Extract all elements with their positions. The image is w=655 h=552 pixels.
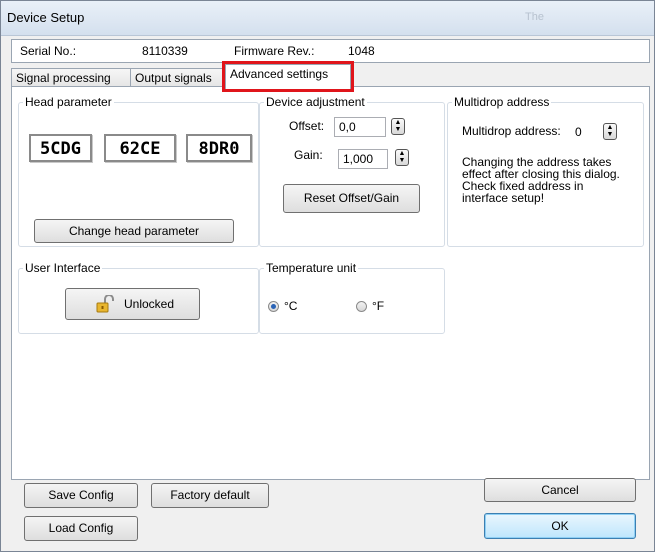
factory-default-button[interactable]: Factory default: [151, 483, 269, 508]
head-code-3: 8DR0: [186, 134, 252, 162]
load-config-button[interactable]: Load Config: [24, 516, 138, 541]
device-setup-window: Device Setup The Serial No.: 8110339 Fir…: [0, 0, 655, 552]
offset-input[interactable]: 0,0: [334, 117, 386, 137]
device-info-bar: Serial No.: 8110339 Firmware Rev.: 1048: [11, 39, 650, 63]
fahrenheit-label[interactable]: °F: [372, 299, 384, 313]
multidrop-note: Changing the address takes effect after …: [462, 156, 620, 204]
tab-advanced-settings[interactable]: Advanced settings: [222, 61, 354, 92]
celsius-label[interactable]: °C: [284, 299, 297, 313]
unlocked-button[interactable]: Unlocked: [65, 288, 200, 320]
multidrop-group: Multidrop address Multidrop address: 0 C…: [447, 95, 644, 247]
offset-label: Offset:: [289, 119, 325, 133]
serial-label: Serial No.:: [20, 44, 77, 58]
offset-spinner-icon[interactable]: [391, 118, 405, 135]
multidrop-legend: Multidrop address: [452, 95, 552, 109]
cancel-button[interactable]: Cancel: [484, 478, 636, 502]
serial-value: 8110339: [142, 44, 188, 58]
reset-offset-gain-button[interactable]: Reset Offset/Gain: [283, 184, 420, 213]
multidrop-spinner-icon[interactable]: [603, 123, 617, 140]
head-code-2: 62CE: [104, 134, 176, 162]
multidrop-input[interactable]: 0: [571, 123, 593, 143]
user-interface-group: User Interface Unlocked: [18, 261, 259, 334]
window-title: Device Setup: [7, 10, 85, 25]
gain-label: Gain:: [294, 148, 323, 162]
device-adjustment-legend: Device adjustment: [264, 95, 367, 109]
title-bar[interactable]: Device Setup The: [1, 1, 654, 36]
user-interface-legend: User Interface: [23, 261, 103, 275]
head-parameter-group: Head parameter 5CDG 62CE 8DR0 Change hea…: [18, 95, 259, 247]
multidrop-label: Multidrop address:: [462, 124, 561, 138]
unlocked-label: Unlocked: [124, 297, 175, 311]
device-adjustment-group: Device adjustment Offset: 0,0 Gain: 1,00…: [259, 95, 445, 247]
celsius-radio[interactable]: [268, 301, 279, 312]
multidrop-note-line: interface setup!: [462, 191, 545, 205]
head-parameter-legend: Head parameter: [23, 95, 114, 109]
padlock-icon: [96, 294, 114, 313]
fahrenheit-radio[interactable]: [356, 301, 367, 312]
title-ghost-text: The: [525, 11, 544, 23]
change-head-parameter-button[interactable]: Change head parameter: [34, 219, 234, 243]
advanced-settings-panel: Head parameter 5CDG 62CE 8DR0 Change hea…: [11, 86, 650, 480]
gain-input[interactable]: 1,000: [338, 149, 388, 169]
ok-button[interactable]: OK: [484, 513, 636, 539]
firmware-value: 1048: [348, 44, 375, 58]
temperature-unit-group: Temperature unit °C °F: [259, 261, 445, 334]
temperature-unit-legend: Temperature unit: [264, 261, 359, 275]
save-config-button[interactable]: Save Config: [24, 483, 138, 508]
firmware-label: Firmware Rev.:: [234, 44, 315, 58]
gain-spinner-icon[interactable]: [395, 149, 409, 166]
head-code-1: 5CDG: [29, 134, 92, 162]
